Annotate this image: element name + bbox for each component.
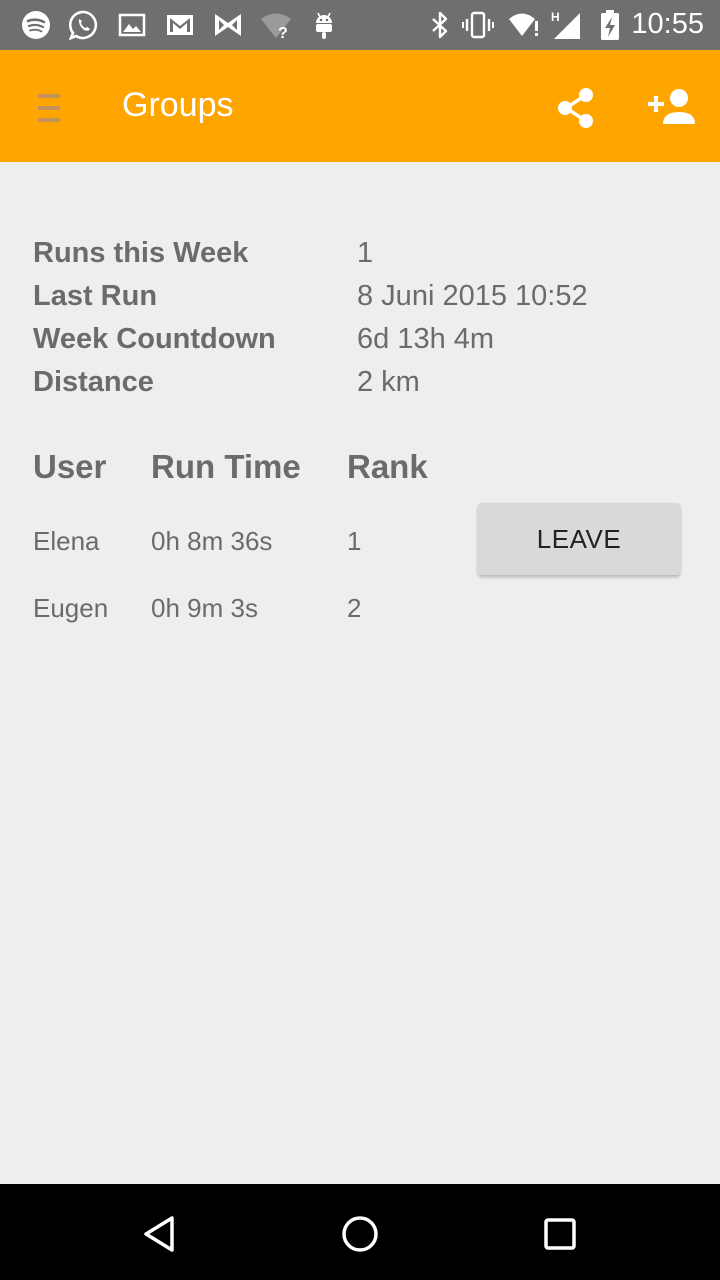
gallery-icon xyxy=(118,13,146,37)
group-stats: Runs this Week 1 Last Run 8 Juni 2015 10… xyxy=(33,237,693,409)
share-icon[interactable] xyxy=(552,84,600,132)
clock-time: 10:55 xyxy=(631,8,704,40)
column-header-rank: Rank xyxy=(347,448,428,485)
run-time: 0h 8m 36s xyxy=(151,526,273,556)
bow-icon xyxy=(215,14,241,36)
status-bar: ? H 10:55 xyxy=(0,0,720,50)
stat-value: 2 km xyxy=(357,366,420,398)
stat-label: Runs this Week xyxy=(33,237,249,269)
home-circle-icon[interactable] xyxy=(338,1212,382,1256)
stat-row-last-run: Last Run 8 Juni 2015 10:52 xyxy=(33,280,693,323)
hamburger-menu-icon[interactable] xyxy=(28,86,72,130)
gmail-icon xyxy=(167,15,193,35)
column-header-run-time: Run Time xyxy=(151,448,301,485)
stat-value: 6d 13h 4m xyxy=(357,323,495,355)
wifi-question-icon: ? xyxy=(261,13,291,41)
stat-label: Distance xyxy=(33,366,154,398)
leave-button[interactable]: LEAVE xyxy=(478,503,680,575)
battery-charging-icon xyxy=(601,10,619,40)
stat-label: Week Countdown xyxy=(33,323,276,355)
back-triangle-icon[interactable] xyxy=(138,1212,182,1256)
run-time: 0h 9m 3s xyxy=(151,593,258,623)
rank: 2 xyxy=(347,593,362,623)
user-name: Elena xyxy=(33,526,100,556)
whatsapp-icon xyxy=(68,10,98,41)
android-icon xyxy=(316,12,332,39)
vibrate-icon xyxy=(462,11,494,39)
stat-value: 1 xyxy=(357,237,374,269)
svg-text:H: H xyxy=(551,10,560,24)
stat-value: 8 Juni 2015 10:52 xyxy=(357,280,588,312)
user-name: Eugen xyxy=(33,593,109,623)
add-person-icon[interactable] xyxy=(645,84,701,132)
bluetooth-icon xyxy=(432,11,448,39)
signal-h-icon: H xyxy=(551,10,580,39)
recents-square-icon[interactable] xyxy=(538,1212,582,1256)
column-header-user: User xyxy=(33,448,107,485)
spotify-icon xyxy=(22,11,50,39)
page-title: Groups xyxy=(122,86,234,124)
svg-text:?: ? xyxy=(278,25,288,41)
wifi-alert-icon xyxy=(509,13,538,36)
stat-row-runs-this-week: Runs this Week 1 xyxy=(33,237,693,280)
navigation-bar xyxy=(0,1184,720,1280)
stat-label: Last Run xyxy=(33,280,158,312)
app-bar: Groups xyxy=(0,50,720,162)
stat-row-week-countdown: Week Countdown 6d 13h 4m xyxy=(33,323,693,366)
stat-row-distance: Distance 2 km xyxy=(33,366,693,409)
rank: 1 xyxy=(347,526,362,556)
